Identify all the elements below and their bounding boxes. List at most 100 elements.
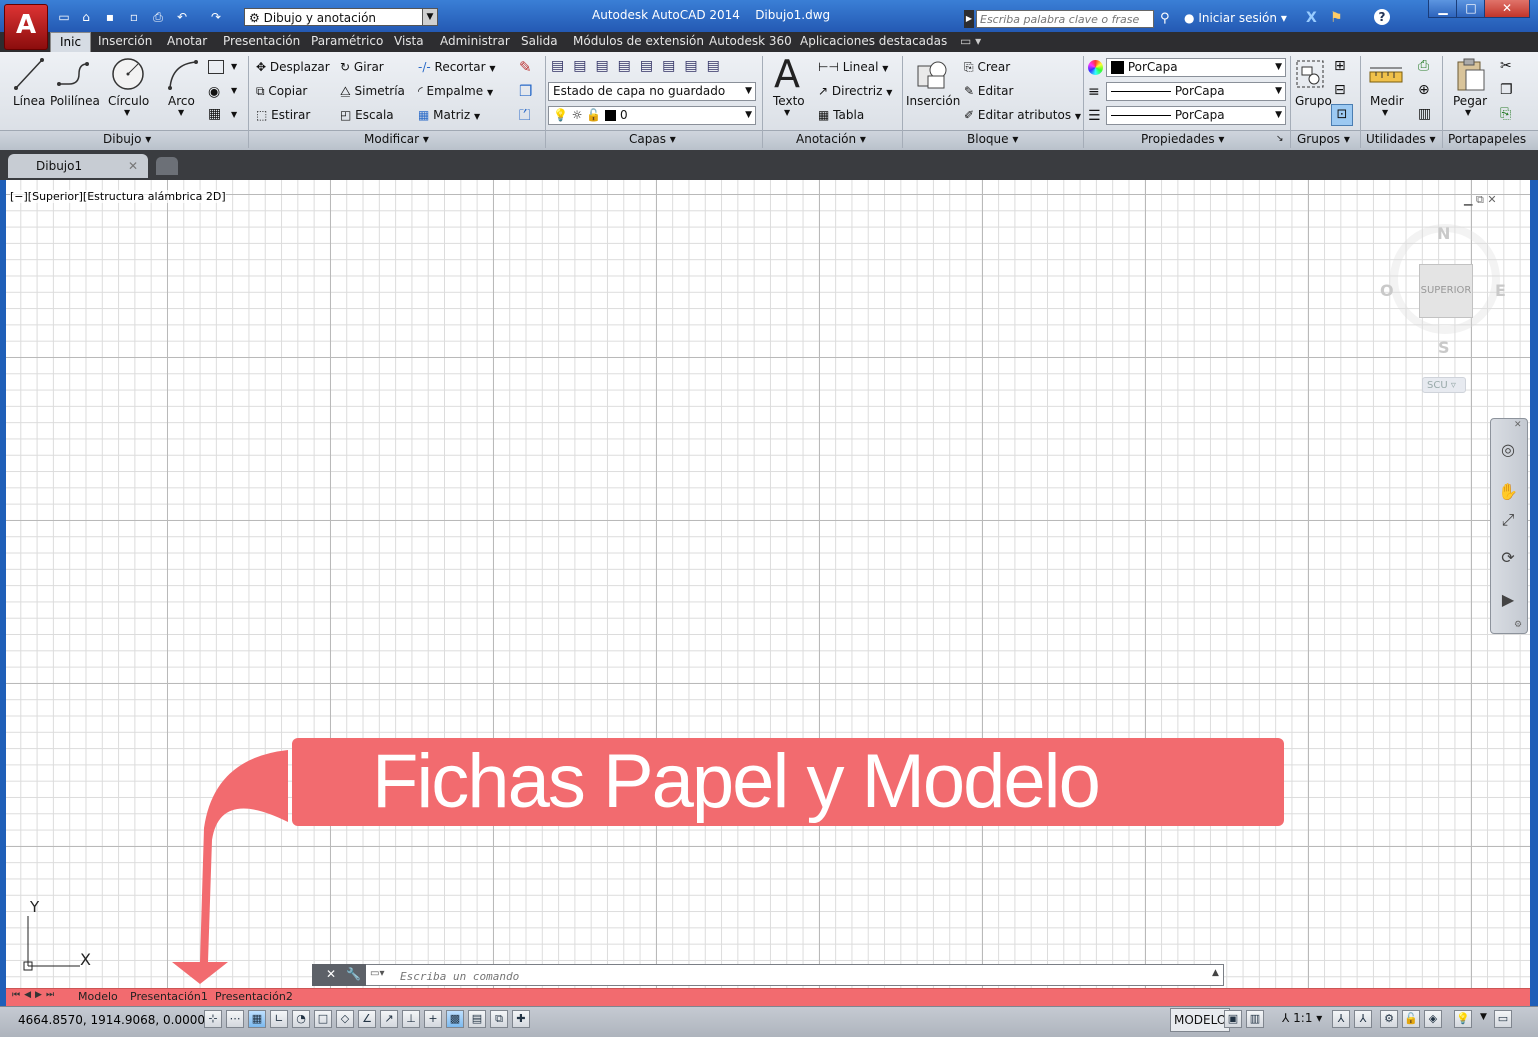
- coordinates-readout[interactable]: 4664.8570, 1914.9068, 0.0000: [18, 1013, 205, 1027]
- clipboard-panel-title[interactable]: Portapapeles: [1448, 132, 1526, 146]
- command-close-icon[interactable]: ✕: [326, 967, 336, 981]
- scale-button[interactable]: ◰ Escala: [340, 108, 394, 122]
- new-tab-button[interactable]: [156, 157, 178, 175]
- arc-button[interactable]: Arco: [168, 94, 195, 108]
- isolate-objects-icon[interactable]: 💡: [1454, 1010, 1472, 1028]
- mirror-button[interactable]: ⧋ Simetría: [340, 84, 405, 99]
- lineweight-toggle-icon[interactable]: +: [424, 1010, 442, 1028]
- block-panel-title[interactable]: Bloque ▾: [967, 132, 1018, 146]
- quick-view-drawings-icon[interactable]: ▥: [1246, 1010, 1264, 1028]
- viewport-controls-label[interactable]: [−][Superior][Estructura alámbrica 2D]: [10, 190, 226, 203]
- copy-button[interactable]: ⧉ Copiar: [256, 84, 307, 99]
- arc-dropdown-icon[interactable]: ▼: [178, 108, 184, 117]
- rectangle-dropdown-icon[interactable]: ▼: [231, 62, 237, 71]
- workspace-select[interactable]: ⚙ Dibujo y anotación: [244, 8, 424, 26]
- polar-tracking-icon[interactable]: ◔: [292, 1010, 310, 1028]
- clean-screen-icon[interactable]: ▭: [1494, 1010, 1512, 1028]
- hardware-acceleration-icon[interactable]: ◈: [1424, 1010, 1442, 1028]
- zoom-extents-icon[interactable]: ⤢: [1496, 508, 1520, 532]
- offset-icon[interactable]: ⏍: [519, 106, 530, 124]
- tab-salida[interactable]: Salida: [521, 32, 558, 52]
- layer-state-select[interactable]: Estado de capa no guardado ▼: [548, 82, 756, 101]
- dynamic-input-icon[interactable]: ⊥: [402, 1010, 420, 1028]
- paste-button[interactable]: Pegar: [1453, 94, 1487, 108]
- rectangle-icon[interactable]: [208, 60, 224, 74]
- viewcube-face-top[interactable]: SUPERIOR: [1419, 264, 1473, 318]
- tab-modulos[interactable]: Módulos de extensión: [573, 32, 704, 52]
- save-icon[interactable]: ▪: [102, 9, 118, 25]
- layout-tab-modelo[interactable]: Modelo: [78, 990, 118, 1003]
- search-expand-arrow[interactable]: ▶: [964, 10, 974, 28]
- object-snap-tracking-icon[interactable]: ∠: [358, 1010, 376, 1028]
- layers-panel-title[interactable]: Capas ▾: [629, 132, 676, 146]
- save-as-icon[interactable]: ▫: [126, 9, 142, 25]
- open-file-icon[interactable]: ⌂: [78, 9, 94, 25]
- dynamic-ucs-icon[interactable]: ↗: [380, 1010, 398, 1028]
- tab-insercion[interactable]: Inserción: [98, 32, 152, 52]
- circle-dropdown-icon[interactable]: ▼: [124, 108, 130, 117]
- compass-west[interactable]: O: [1380, 281, 1394, 300]
- showmotion-icon[interactable]: ▶: [1496, 588, 1520, 612]
- linetype-select[interactable]: PorCapa ▼: [1106, 106, 1286, 125]
- edit-attributes-button[interactable]: ✐ Editar atributos ▼: [964, 108, 1081, 122]
- match-clip-icon[interactable]: ⎘: [1500, 106, 1511, 122]
- quick-view-layouts-icon[interactable]: ▣: [1224, 1010, 1242, 1028]
- ribbon-minimize-icon[interactable]: ▭ ▾: [960, 32, 981, 52]
- sign-in-button[interactable]: ● Iniciar sesión ▾: [1184, 11, 1287, 25]
- file-tab-dibujo1[interactable]: Dibujo1 ✕: [8, 154, 148, 178]
- paste-dropdown-icon[interactable]: ▼: [1465, 108, 1471, 117]
- tab-anotar[interactable]: Anotar: [167, 32, 207, 52]
- erase-icon[interactable]: ✎: [519, 58, 532, 76]
- close-tab-icon[interactable]: ✕: [128, 154, 138, 178]
- tab-aplicaciones[interactable]: Aplicaciones destacadas: [800, 32, 947, 52]
- snap-mode-icon[interactable]: ⋯: [226, 1010, 244, 1028]
- tab-presentacion[interactable]: Presentación: [223, 32, 300, 52]
- print-icon[interactable]: ⎙: [150, 9, 166, 25]
- application-menu-button[interactable]: A: [4, 4, 48, 50]
- maximize-button[interactable]: □: [1456, 0, 1486, 18]
- object-snap-icon[interactable]: □: [314, 1010, 332, 1028]
- minimize-button[interactable]: ▁: [1428, 0, 1458, 18]
- explode-icon[interactable]: ❒: [519, 82, 532, 100]
- 3d-object-snap-icon[interactable]: ◇: [336, 1010, 354, 1028]
- lineweight-select[interactable]: PorCapa ▼: [1106, 82, 1286, 101]
- move-button[interactable]: ✥ Desplazar: [256, 60, 330, 74]
- utilities-panel-title[interactable]: Utilidades ▾: [1366, 132, 1436, 146]
- fillet-button[interactable]: ◜ Empalme ▼: [418, 84, 493, 98]
- navbar-customize-icon[interactable]: ⚙: [1514, 620, 1522, 630]
- layer-tools-icons[interactable]: ▤▤▤▤▤▤▤▤: [551, 58, 729, 74]
- close-button[interactable]: ✕: [1484, 0, 1530, 18]
- quick-select-icon[interactable]: ⎙: [1418, 58, 1429, 74]
- create-block-button[interactable]: ⎘ Crear: [964, 60, 1010, 75]
- match-properties-icon[interactable]: [1088, 60, 1103, 75]
- trim-button[interactable]: -/- Recortar ▼: [418, 60, 496, 74]
- circle-button[interactable]: Círculo: [108, 94, 149, 108]
- cut-icon[interactable]: ✂: [1500, 58, 1512, 74]
- search-input[interactable]: [976, 10, 1154, 28]
- viewport-minimize-icon[interactable]: ▁: [1464, 193, 1472, 206]
- layout-tab-presentacion2[interactable]: Presentación2: [215, 990, 293, 1003]
- properties-panel-title[interactable]: Propiedades ▾: [1141, 132, 1224, 146]
- stay-connected-icon[interactable]: ⚑: [1330, 10, 1343, 26]
- polyline-button[interactable]: Polilínea: [50, 94, 100, 108]
- viewport-close-icon[interactable]: ✕: [1487, 193, 1496, 206]
- navbar-close-icon[interactable]: ✕: [1514, 420, 1522, 430]
- new-file-icon[interactable]: ▭: [56, 9, 72, 25]
- properties-launcher-icon[interactable]: ↘: [1276, 134, 1284, 144]
- layer-select[interactable]: 💡 ☼ 🔓 0 ▼: [548, 106, 756, 125]
- modify-panel-title[interactable]: Modificar ▾: [364, 132, 429, 146]
- group-selection-toggle-icon[interactable]: ⊡: [1331, 104, 1353, 126]
- color-select[interactable]: PorCapa ▼: [1106, 58, 1286, 77]
- insert-block-button[interactable]: Inserción: [906, 94, 960, 108]
- selection-cycling-icon[interactable]: ⧉: [490, 1010, 508, 1028]
- text-dropdown-icon[interactable]: ▼: [784, 108, 790, 117]
- infer-constraints-icon[interactable]: ⊹: [204, 1010, 222, 1028]
- group-button[interactable]: Grupo: [1295, 94, 1332, 108]
- layout-tab-presentacion1[interactable]: Presentación1: [130, 990, 208, 1003]
- ungroup-icon[interactable]: ⊞: [1334, 58, 1346, 74]
- hatch-icon[interactable]: ◉: [208, 84, 220, 100]
- tab-vista[interactable]: Vista: [394, 32, 424, 52]
- tab-parametrico[interactable]: Paramétrico: [311, 32, 383, 52]
- annotation-panel-title[interactable]: Anotación ▾: [796, 132, 866, 146]
- model-space-toggle[interactable]: MODELO: [1170, 1008, 1231, 1032]
